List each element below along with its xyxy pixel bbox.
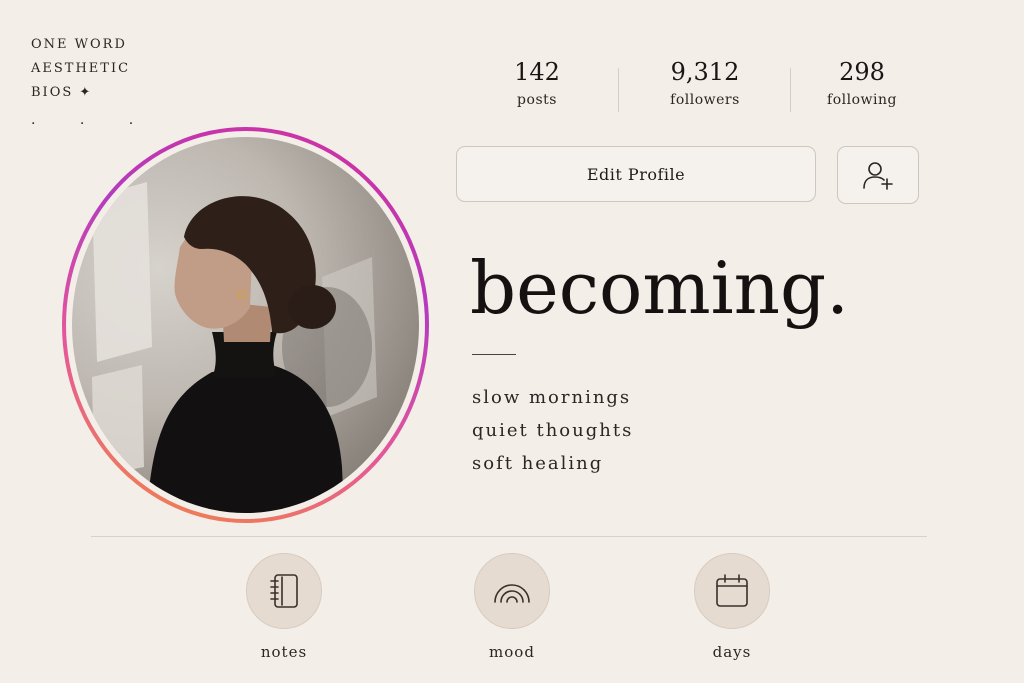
profile-photo [72,137,419,513]
portrait-illustration [92,182,377,513]
stats-divider [790,68,791,112]
highlight-notes[interactable]: notes [244,553,324,661]
bio-line: quiet thoughts [472,420,634,441]
section-divider [91,536,927,537]
stats-divider [618,68,619,112]
corner-title: ONE WORD AESTHETIC BIOS ✦ [31,33,130,105]
followers-label: followers [670,92,740,108]
add-user-icon [863,162,893,190]
edit-profile-button[interactable]: Edit Profile [456,146,816,202]
following-count: 298 [839,58,885,86]
add-user-button[interactable] [837,146,919,204]
following-label: following [827,92,897,108]
bio-line: slow mornings [472,387,632,408]
highlight-mood[interactable]: mood [472,553,552,661]
profile-headline: becoming. [470,246,850,330]
stat-following[interactable]: 298 following [797,58,927,108]
title-line-2: AESTHETIC [31,61,131,76]
profile-stats: 142 posts 9,312 followers 298 following [478,58,918,118]
highlight-label: notes [260,643,308,661]
highlight-label: mood [489,643,535,661]
decorative-dots: . . . [31,112,154,128]
bio-line: soft healing [472,453,604,474]
title-line-3: BIOS ✦ [31,85,93,100]
profile-bio: slow mornings quiet thoughts soft healin… [472,381,633,480]
story-ring[interactable] [62,127,429,523]
rainbow-icon [494,584,530,603]
title-line-1: ONE WORD [31,37,127,52]
posts-count: 142 [514,58,560,86]
highlight-label: days [712,643,752,661]
posts-label: posts [517,92,557,108]
highlight-circle [694,553,770,629]
calendar-icon [716,574,748,607]
notebook-icon [270,574,298,608]
headline-divider [472,354,516,355]
stat-posts[interactable]: 142 posts [472,58,602,108]
highlight-circle [246,553,322,629]
stat-followers[interactable]: 9,312 followers [640,58,770,108]
highlight-circle [474,553,550,629]
highlight-days[interactable]: days [692,553,772,661]
followers-count: 9,312 [670,58,740,86]
